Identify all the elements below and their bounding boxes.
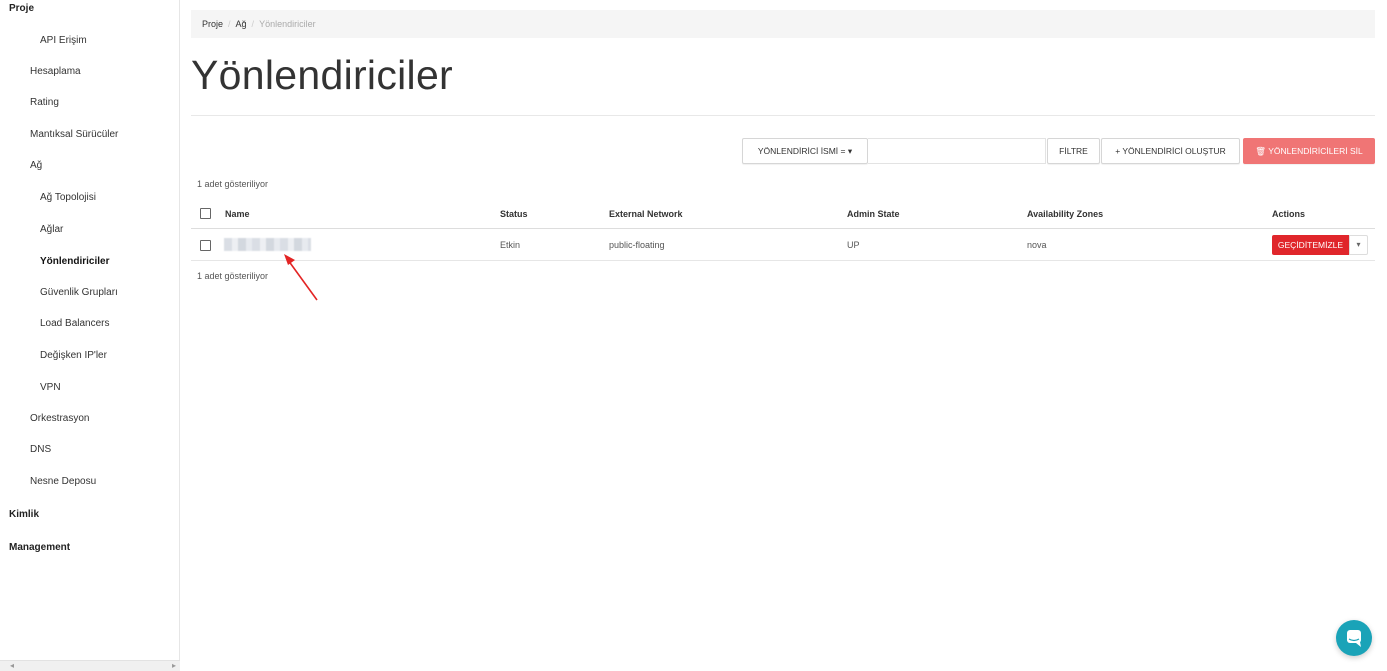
column-header-actions: Actions: [1272, 209, 1306, 219]
row-actions-dropdown-icon[interactable]: ▾: [1349, 235, 1368, 255]
router-external-network: public-floating: [609, 240, 665, 250]
filter-button[interactable]: FİLTRE: [1047, 138, 1100, 164]
sidebar-section-project[interactable]: Proje: [9, 3, 34, 14]
sidebar-section-management[interactable]: Management: [9, 542, 70, 553]
clear-gateway-button[interactable]: GEÇİDİTEMİZLE: [1272, 235, 1349, 255]
filter-input[interactable]: [868, 138, 1046, 164]
table-row: Etkin public-floating UP nova GEÇİDİTEMİ…: [191, 229, 1375, 261]
chat-launcher-button[interactable]: [1336, 620, 1372, 656]
breadcrumb-project[interactable]: Proje: [202, 19, 223, 29]
router-status: Etkin: [500, 240, 521, 250]
router-availability-zones: nova: [1027, 240, 1047, 250]
select-all-checkbox[interactable]: [200, 208, 211, 219]
sidebar-item-orchestration[interactable]: Orkestrasyon: [30, 413, 89, 424]
breadcrumb-separator: /: [251, 19, 255, 29]
sidebar: Proje API Erişim Hesaplama Rating Mantık…: [0, 0, 180, 671]
column-header-admin-state[interactable]: Admin State: [847, 199, 900, 229]
sidebar-item-network-topology[interactable]: Ağ Topolojisi: [40, 192, 96, 203]
column-header-external-network[interactable]: External Network: [609, 199, 683, 229]
item-count-top: 1 adet gösteriliyor: [197, 179, 269, 189]
scroll-right-icon[interactable]: ▸: [172, 661, 176, 670]
sidebar-item-load-balancers[interactable]: Load Balancers: [40, 318, 110, 329]
sidebar-item-object-store[interactable]: Nesne Deposu: [30, 476, 96, 487]
title-divider: [191, 115, 1375, 116]
chat-bubble-icon: [1347, 630, 1361, 647]
column-header-availability-zones[interactable]: Availability Zones: [1027, 199, 1103, 229]
item-count-bottom: 1 adet gösteriliyor: [197, 271, 269, 281]
page-title: Yönlendiriciler: [191, 52, 454, 98]
router-admin-state: UP: [847, 240, 860, 250]
sidebar-item-api-access[interactable]: API Erişim: [40, 35, 87, 46]
sidebar-item-compute[interactable]: Hesaplama: [30, 66, 81, 77]
sidebar-item-routers[interactable]: Yönlendiriciler: [40, 256, 109, 267]
sidebar-item-floating-ips[interactable]: Değişken IP'ler: [40, 350, 107, 361]
breadcrumb: Proje / Ağ / Yönlendiriciler: [191, 10, 1375, 38]
filter-field-select[interactable]: YÖNLENDİRİCİ İSMİ = ▾: [742, 138, 868, 164]
breadcrumb-current: Yönlendiriciler: [259, 19, 316, 29]
sidebar-item-dns[interactable]: DNS: [30, 444, 51, 455]
red-arrow-icon: [284, 254, 318, 301]
column-header-status[interactable]: Status: [500, 199, 528, 229]
column-header-name[interactable]: Name: [225, 199, 250, 229]
breadcrumb-network[interactable]: Ağ: [236, 19, 247, 29]
sidebar-item-volumes[interactable]: Mantıksal Sürücüler: [30, 129, 118, 140]
sidebar-item-networks[interactable]: Ağlar: [40, 224, 63, 235]
delete-routers-button[interactable]: 🗑 YÖNLENDİRİCİLERİ SİL: [1243, 138, 1375, 164]
scroll-left-icon[interactable]: ◂: [10, 661, 14, 670]
sidebar-section-identity[interactable]: Kimlik: [9, 509, 39, 520]
sidebar-item-security-groups[interactable]: Güvenlik Grupları: [40, 287, 118, 298]
sidebar-item-vpn[interactable]: VPN: [40, 382, 61, 393]
row-checkbox[interactable]: [200, 240, 211, 251]
table-header: Name Status External Network Admin State…: [191, 199, 1375, 229]
sidebar-item-network[interactable]: Ağ: [30, 160, 42, 171]
breadcrumb-separator: /: [228, 19, 231, 29]
sidebar-item-rating[interactable]: Rating: [30, 97, 59, 108]
sidebar-horizontal-scrollbar[interactable]: ◂ ▸: [0, 660, 180, 671]
create-router-button[interactable]: + YÖNLENDİRİCİ OLUŞTUR: [1101, 138, 1240, 164]
